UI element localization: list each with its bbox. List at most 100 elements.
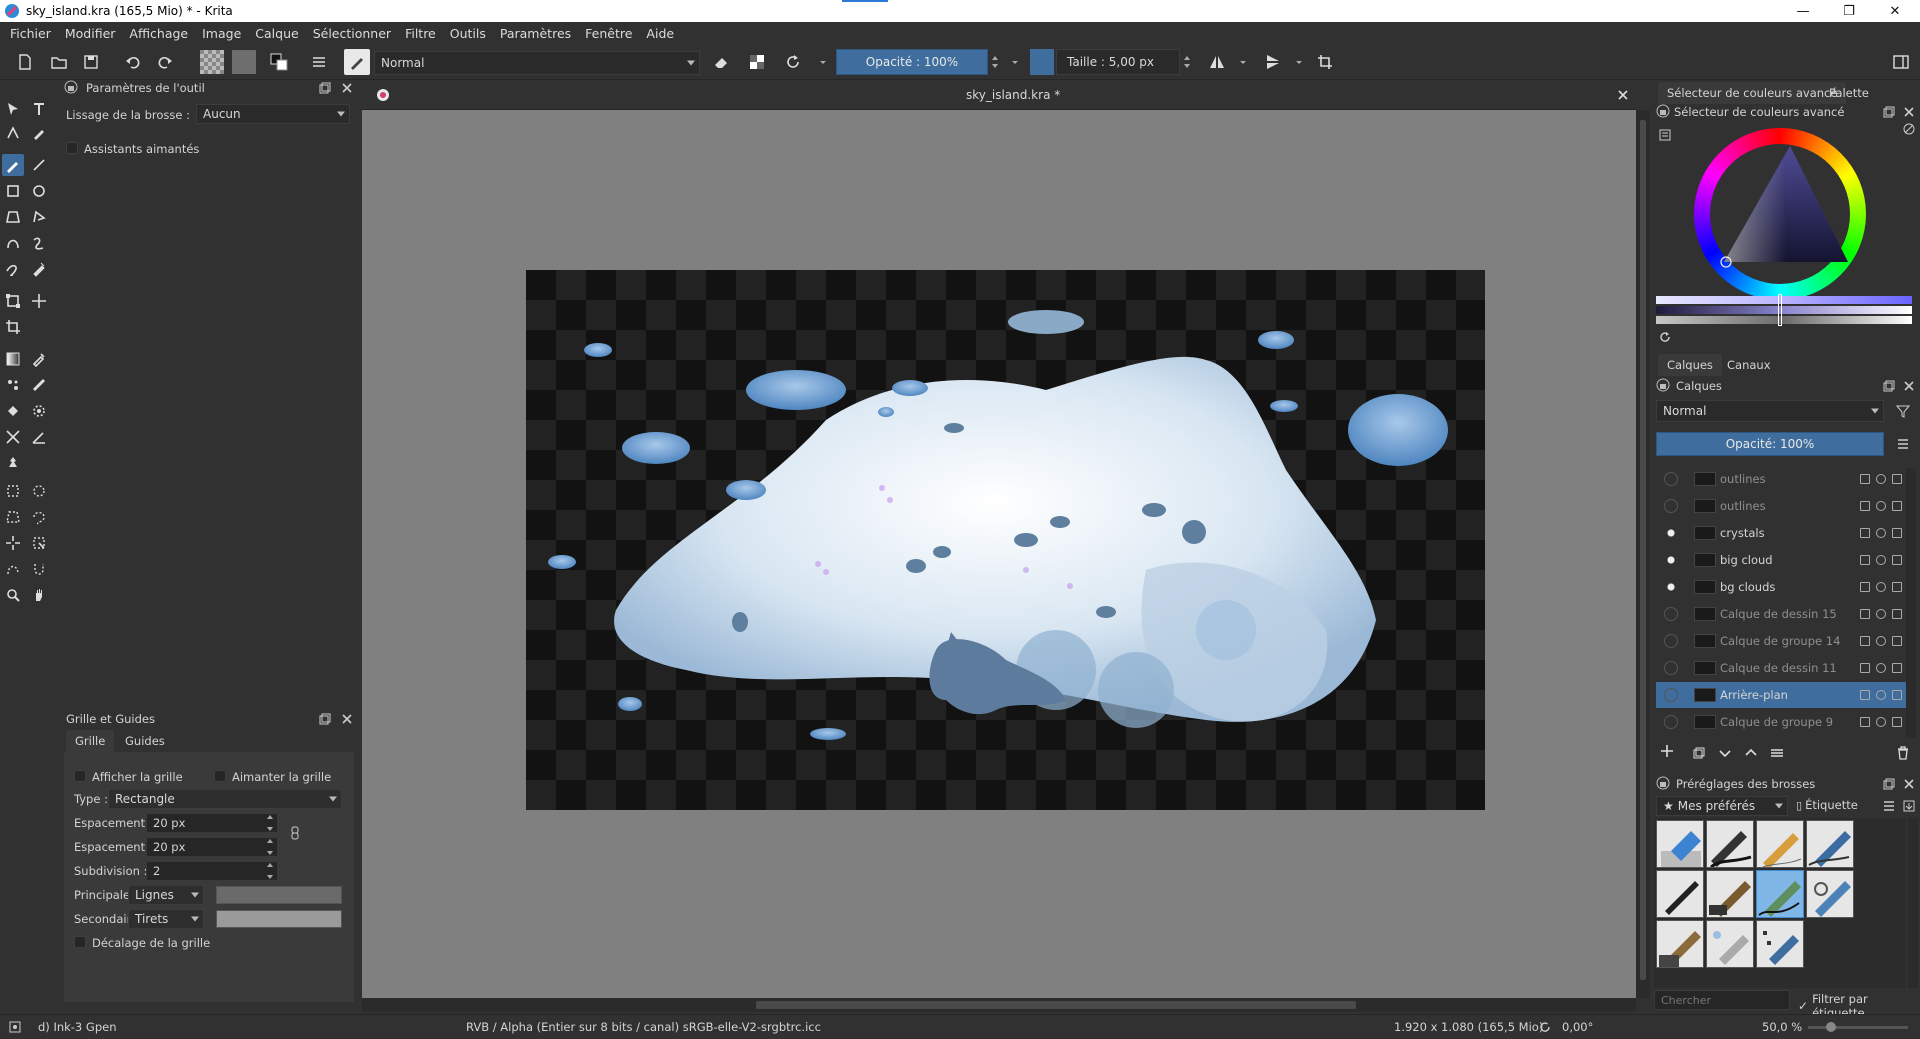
contiguous-select-icon[interactable] [2,532,24,554]
alpha-lock-icon[interactable] [1876,636,1886,646]
crop-tool-icon[interactable] [2,316,24,338]
chevron-down-icon[interactable] [1288,51,1310,73]
inherit-alpha-icon[interactable] [1892,555,1902,565]
visibility-eye-icon[interactable] [1664,526,1678,540]
horizontal-scroll-thumb[interactable] [756,1001,1356,1009]
main-color-swatch[interactable] [216,886,342,904]
visibility-eye-icon[interactable] [1664,661,1678,675]
lock-icon[interactable] [1860,663,1870,673]
transform-tool-icon[interactable] [2,290,24,312]
artwork-canvas[interactable] [526,270,1485,810]
brush-search-field[interactable] [1661,993,1781,1007]
tab-channels[interactable]: Canaux [1718,354,1780,376]
smart-patch-icon[interactable] [28,374,50,396]
layer-row[interactable]: Calque de dessin 15 [1656,601,1906,627]
layer-row[interactable]: outlines [1656,466,1906,492]
secondary-color-swatch[interactable] [216,910,342,928]
workspace-icon[interactable] [308,51,330,73]
lock-icon[interactable] [1860,690,1870,700]
view-menu-icon[interactable] [1882,799,1896,813]
grid-offset-checkbox[interactable] [74,936,86,948]
tag-button[interactable]: ▯ Étiquette [1796,798,1858,812]
freehand-brush-icon[interactable] [2,154,24,176]
import-icon[interactable] [1902,799,1916,813]
spacing-x-input[interactable]: 20 px [146,813,278,833]
minimize-button[interactable]: — [1780,0,1826,22]
redo-icon[interactable] [154,51,176,73]
gradient-tool-icon[interactable] [2,348,24,370]
freehand-select-icon[interactable] [28,506,50,528]
float-docker-icon[interactable] [1882,379,1896,393]
assistant-tool-icon[interactable] [2,426,24,448]
layer-properties-icon[interactable] [1770,746,1784,760]
brush-scrollbar[interactable] [1908,818,1918,988]
spacing-y-input[interactable]: 20 px [146,837,278,857]
duplicate-layer-icon[interactable] [1692,746,1706,760]
tab-layers[interactable]: Calques [1658,354,1722,376]
brush-texture-preset[interactable] [1656,920,1704,968]
polygon-select-icon[interactable] [2,506,24,528]
float-docker-icon[interactable] [1882,777,1896,791]
subdivision-input[interactable]: 2 [146,861,278,881]
rotation-icon[interactable] [1538,1020,1552,1034]
layer-row[interactable]: bg clouds [1656,574,1906,600]
mirror-horizontal-icon[interactable] [1206,51,1228,73]
brush-search-input[interactable] [1654,990,1790,1010]
line-tool-icon[interactable] [28,154,50,176]
lock-icon[interactable] [1860,528,1870,538]
alpha-lock-icon[interactable] [1876,717,1886,727]
brush-airbrush-preset[interactable] [1706,920,1754,968]
visibility-eye-icon[interactable] [1664,688,1678,702]
chevron-down-icon[interactable] [1232,51,1254,73]
brush-bristle-preset[interactable] [1706,870,1754,918]
fill-tool-icon[interactable] [2,400,24,422]
close-docker-icon[interactable] [1902,777,1916,791]
brush-blender-preset[interactable] [1806,870,1854,918]
move-layer-down-icon[interactable] [1718,746,1732,760]
close-window-button[interactable]: ✕ [1872,0,1918,22]
layer-row[interactable]: Arrière-plan [1656,682,1906,708]
alpha-lock-icon[interactable] [1876,501,1886,511]
calligraphy-icon[interactable] [28,122,50,144]
magnetic-assistants-checkbox[interactable] [66,142,78,154]
layer-row[interactable]: Calque de groupe 9 [1656,709,1906,735]
inherit-alpha-icon[interactable] [1892,609,1902,619]
wrap-around-icon[interactable] [1314,51,1336,73]
new-document-icon[interactable] [14,51,36,73]
chain-link-icon[interactable] [288,826,302,840]
brush-tag-dropdown[interactable]: ★ Mes préférés [1656,796,1788,816]
float-docker-icon[interactable] [1882,105,1896,119]
open-folder-icon[interactable] [48,51,70,73]
menu-layer[interactable]: Calque [255,26,298,41]
add-layer-icon[interactable] [1660,744,1678,762]
pan-tool-icon[interactable] [28,584,50,606]
tab-grid[interactable]: Grille [66,730,115,752]
chevron-down-icon[interactable] [812,51,834,73]
brush-ink-preset[interactable] [1706,820,1754,868]
menu-select[interactable]: Sélectionner [313,26,391,41]
menu-edit[interactable]: Modifier [65,26,116,41]
layer-row[interactable]: Calque de dessin 11 [1656,655,1906,681]
save-icon[interactable] [80,51,102,73]
menu-settings[interactable]: Paramètres [500,26,571,41]
polyline-tool-icon[interactable] [28,206,50,228]
preserve-alpha-icon[interactable] [746,51,768,73]
docker-layout-icon[interactable] [1890,51,1912,73]
close-docker-icon[interactable] [1902,105,1916,119]
inherit-alpha-icon[interactable] [1892,582,1902,592]
size-slider-handle[interactable] [1030,49,1054,75]
menu-tools[interactable]: Outils [450,26,486,41]
saturation-slider[interactable] [1656,296,1912,304]
filter-icon[interactable] [1895,404,1911,418]
multibrush-icon[interactable] [28,258,50,280]
reload-preset-icon[interactable] [782,51,804,73]
rectangle-tool-icon[interactable] [2,180,24,202]
fill-pattern-icon[interactable] [200,50,224,74]
enclose-fill-icon[interactable] [28,400,50,422]
inherit-alpha-icon[interactable] [1892,690,1902,700]
menu-file[interactable]: Fichier [10,26,51,41]
color-triangle[interactable] [1710,138,1850,288]
maximize-button[interactable]: ❐ [1826,0,1872,22]
colorize-mask-icon[interactable] [2,374,24,396]
chevron-down-icon[interactable] [1004,51,1026,73]
